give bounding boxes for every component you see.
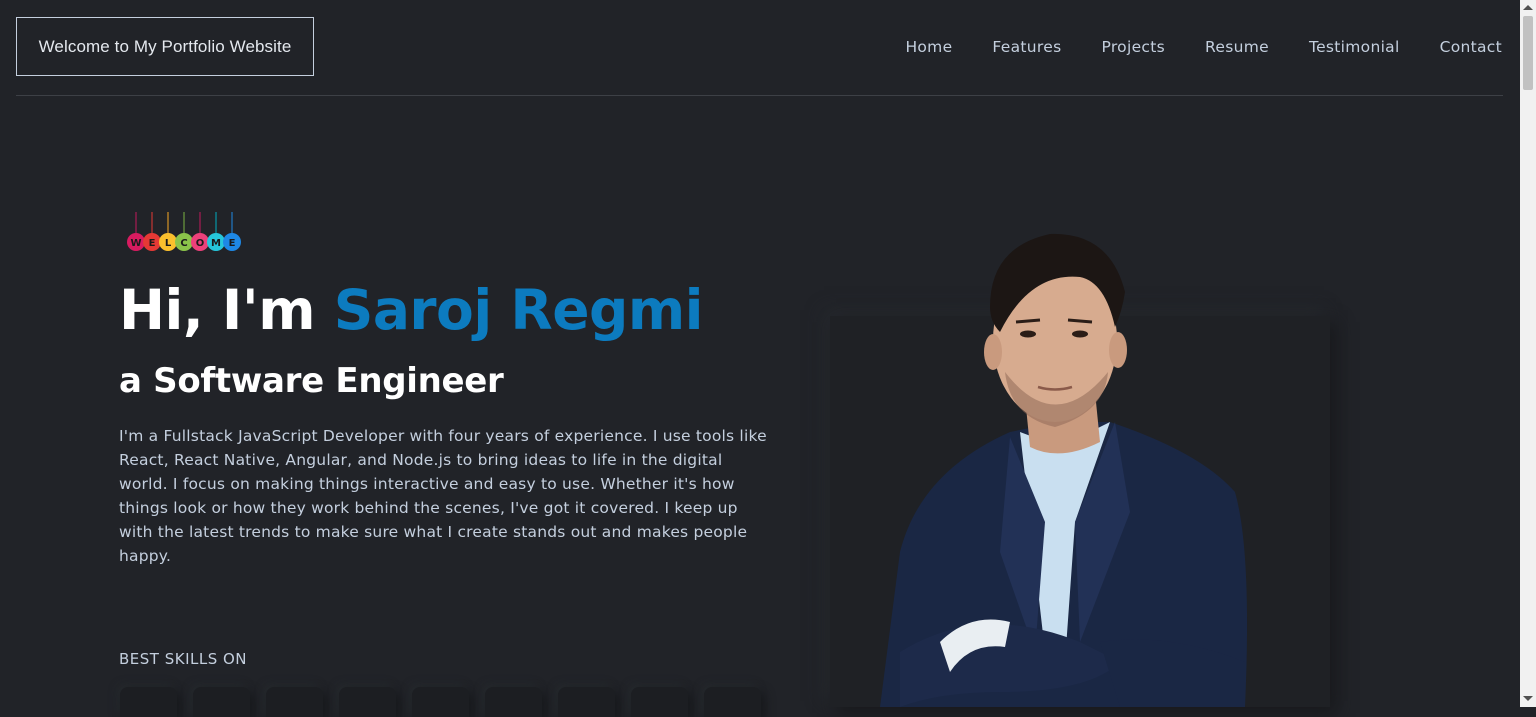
scrollbar-thumb[interactable]	[1523, 16, 1533, 90]
skills-row	[120, 687, 761, 717]
skills-label: BEST SKILLS ON	[119, 650, 248, 668]
skill-tile[interactable]	[558, 687, 615, 717]
welcome-letter: W	[130, 238, 141, 249]
header-divider	[16, 95, 1503, 96]
logo-text: Welcome to My Portfolio Website	[38, 36, 292, 56]
welcome-badge: W E L C O M E	[127, 212, 241, 251]
nav-features[interactable]: Features	[992, 38, 1061, 56]
page-scrollbar[interactable]	[1520, 0, 1536, 707]
welcome-letter: E	[149, 238, 156, 249]
skill-tile[interactable]	[704, 687, 761, 717]
portrait-image	[880, 233, 1248, 707]
main-nav: Home Features Projects Resume Testimonia…	[905, 38, 1502, 56]
skill-tile[interactable]	[631, 687, 688, 717]
site-logo[interactable]: Welcome to My Portfolio Website	[16, 17, 314, 76]
nav-home[interactable]: Home	[905, 38, 952, 56]
skill-tile[interactable]	[412, 687, 469, 717]
skill-tile[interactable]	[485, 687, 542, 717]
nav-testimonial[interactable]: Testimonial	[1309, 38, 1400, 56]
welcome-letter: L	[165, 238, 172, 249]
welcome-letter: C	[180, 238, 187, 249]
nav-resume[interactable]: Resume	[1205, 38, 1269, 56]
hero-role: a Software Engineer	[119, 361, 504, 401]
welcome-letter: E	[229, 238, 236, 249]
welcome-letter: O	[196, 238, 205, 249]
page: Welcome to My Portfolio Website Home Fea…	[0, 0, 1520, 717]
welcome-letter: M	[211, 238, 221, 249]
hero-description: I'm a Fullstack JavaScript Developer wit…	[119, 427, 767, 565]
hero-name: Saroj Regmi	[333, 278, 704, 342]
nav-projects[interactable]: Projects	[1101, 38, 1165, 56]
hero-title: Hi, I'm Saroj Regmi	[119, 278, 704, 342]
skill-tile[interactable]	[266, 687, 323, 717]
skill-tile[interactable]	[193, 687, 250, 717]
hero-greeting: Hi, I'm	[119, 278, 316, 342]
nav-contact[interactable]: Contact	[1440, 38, 1502, 56]
skill-tile[interactable]	[120, 687, 177, 717]
scroll-up-icon[interactable]	[1523, 5, 1533, 10]
scroll-down-icon[interactable]	[1523, 696, 1533, 701]
skill-tile[interactable]	[339, 687, 396, 717]
